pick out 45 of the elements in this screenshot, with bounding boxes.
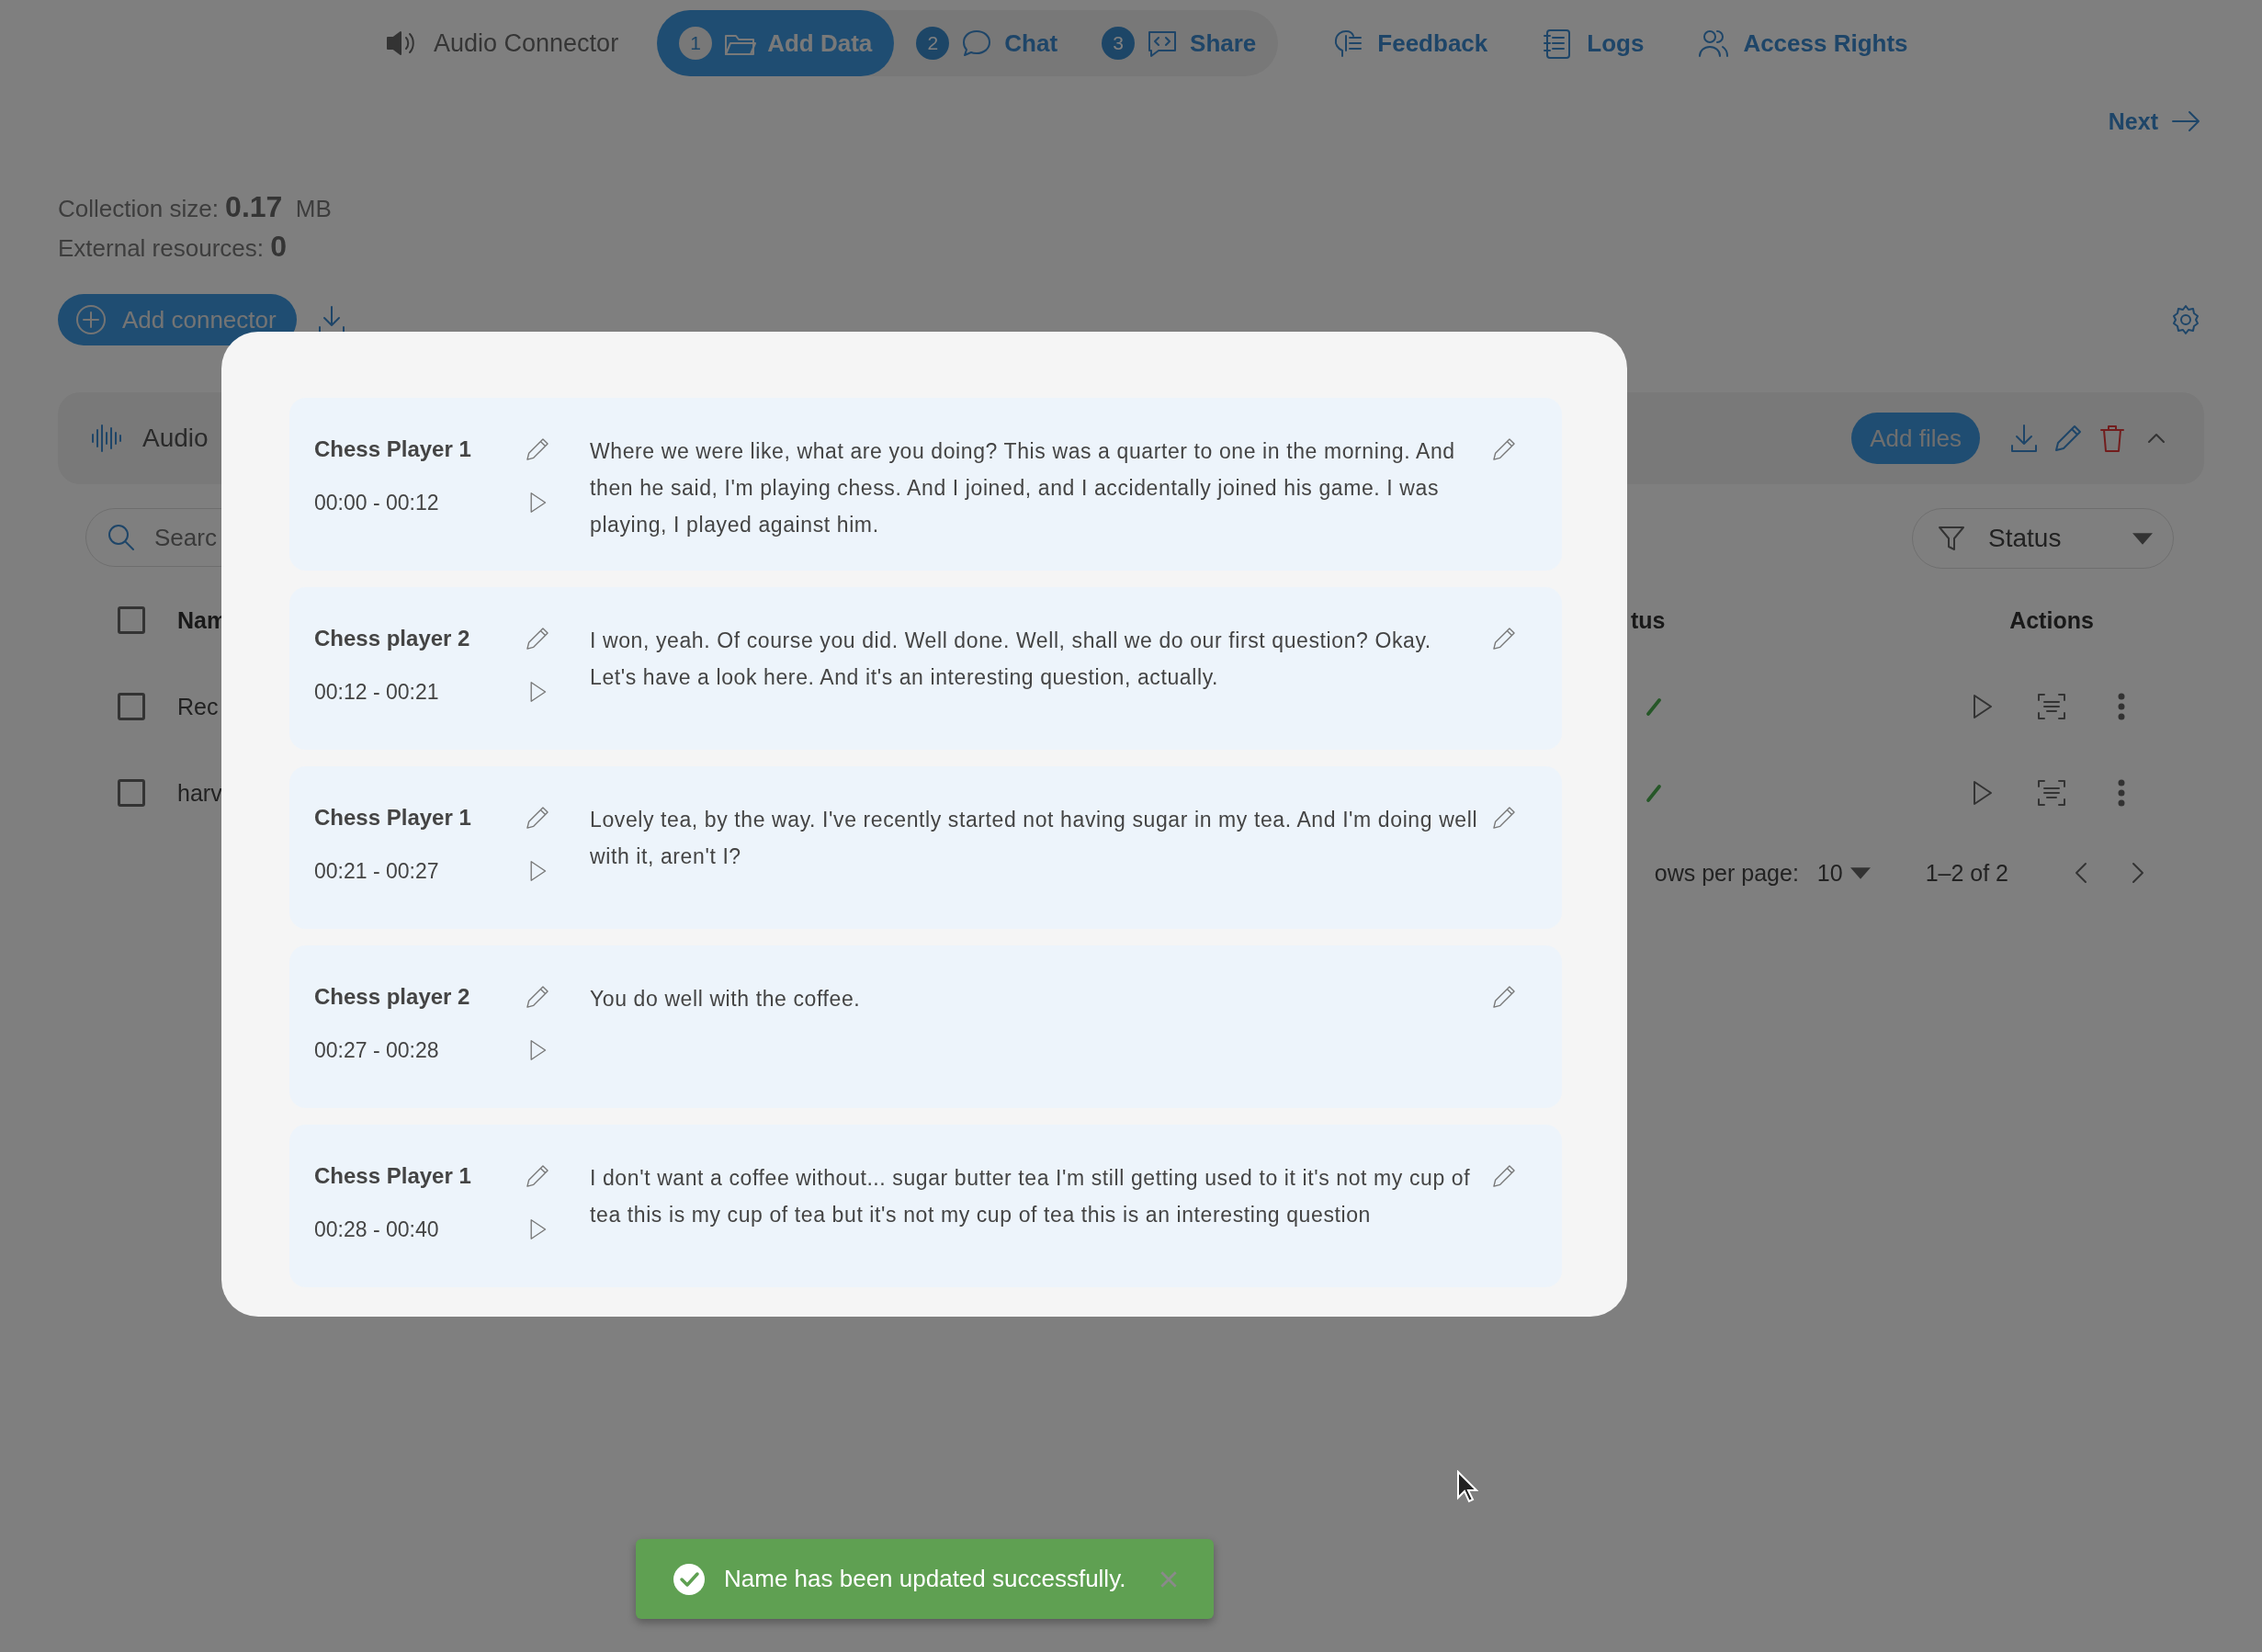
- transcript-text: Lovely tea, by the way. I've recently started not having sugar in my tea. And I'm doing well with it, aren't I?: [589, 807, 1479, 870]
- stat-text: External resources: 0: [58, 229, 288, 265]
- transcript-text: I don't want a coffee without... sugar butter tea I'm still getting used to it it's not my cup of tea this is my cup of tea but it's not my cup of tea this is an interesting question: [589, 1165, 1472, 1228]
- step-number: 3: [1102, 27, 1136, 60]
- stat-text: Collection size: 0.17 MB: [58, 189, 333, 225]
- step-tab[interactable]: 2 Chat: [894, 10, 1080, 76]
- time-range: 00:12 - 00:21: [314, 679, 440, 706]
- column-header: Actions: [2009, 606, 2094, 634]
- transcript-text: I won, yeah. Of course you did. Well done. Well, shall we do our first question? Okay. Let's have a look here. And it's an interesting question, actually.: [589, 628, 1432, 691]
- connector-name: Audio: [142, 424, 209, 453]
- toast-message: Name has been updated successfully.: [724, 1565, 1127, 1593]
- caret-icon: [1849, 866, 1871, 879]
- page-range: 1–2 of 2: [1925, 859, 2008, 887]
- nav-link[interactable]: Access Rights: [1695, 25, 1908, 62]
- column-header: tus: [1631, 606, 1666, 634]
- step-number: 2: [916, 27, 950, 60]
- step-tab[interactable]: 1 Add Data: [657, 10, 895, 76]
- table-cell: Rec: [177, 693, 219, 720]
- nav-link[interactable]: Feedback: [1329, 25, 1488, 62]
- time-range: 00:28 - 00:40: [314, 1216, 440, 1243]
- rows-per-page-select[interactable]: 10: [1816, 859, 1871, 887]
- checkbox[interactable]: [118, 779, 145, 807]
- rows-per-page-label: ows per page:: [1654, 859, 1799, 887]
- nav-link[interactable]: Logs: [1539, 25, 1645, 62]
- checkbox[interactable]: [118, 693, 145, 720]
- speaker-name: Chess Player 1: [314, 804, 472, 832]
- transcript-text: You do well with the coffee.: [589, 986, 862, 1013]
- add-connector-button[interactable]: Add connector: [58, 294, 297, 345]
- step-number: 1: [679, 27, 713, 60]
- caret-icon: [2132, 532, 2153, 545]
- checkbox[interactable]: [118, 606, 145, 634]
- add-files-button[interactable]: Add files: [1851, 413, 1980, 464]
- speaker-name: Chess Player 1: [314, 1162, 472, 1190]
- time-range: 00:21 - 00:27: [314, 858, 440, 885]
- speaker-name: Chess player 2: [314, 983, 471, 1011]
- app-title: Audio Connector: [434, 28, 619, 58]
- mouse-cursor-icon: [1456, 1470, 1478, 1503]
- time-range: 00:00 - 00:12: [314, 490, 440, 516]
- speaker-name: Chess player 2: [314, 625, 471, 652]
- next-link[interactable]: Next: [2108, 103, 2204, 140]
- transcript-text: Where we were like, what are you doing? This was a quarter to one in the morning. And then he said, I'm playing chess. And I joined, and I accidentally joined his game. I was playing, I played against him.: [589, 438, 1456, 538]
- time-range: 00:27 - 00:28: [314, 1037, 440, 1064]
- speaker-name: Chess Player 1: [314, 436, 472, 463]
- step-tab[interactable]: 3 Share: [1080, 10, 1279, 76]
- table-cell: harv: [177, 779, 222, 807]
